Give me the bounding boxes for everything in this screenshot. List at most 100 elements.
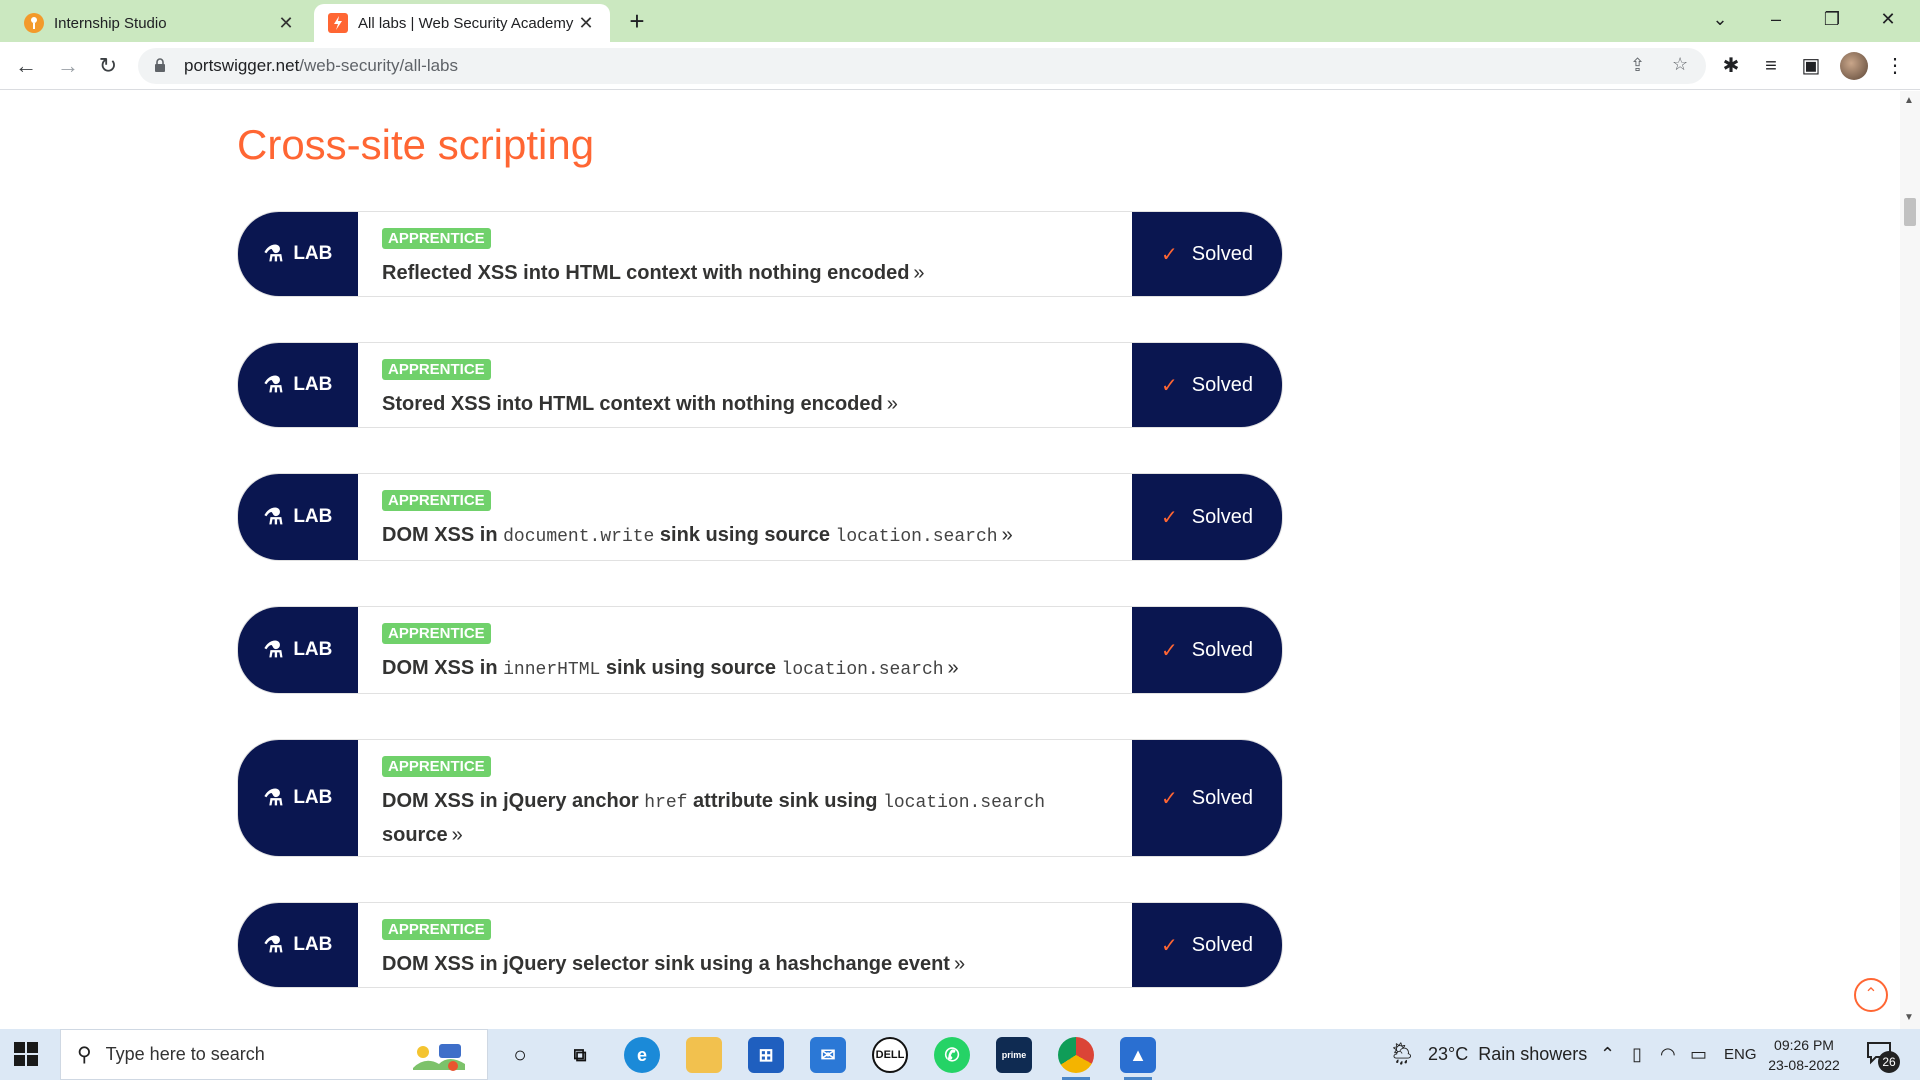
dell-icon[interactable]: DELL — [872, 1037, 908, 1073]
lab-title-link[interactable]: Stored XSS into HTML context with nothin… — [382, 388, 1108, 420]
status-label: Solved — [1191, 786, 1253, 809]
url-path: /web-security/all-labs — [299, 56, 459, 75]
check-icon: ✓ — [1161, 374, 1178, 397]
lab-title-text: Reflected XSS into HTML context with not… — [382, 262, 910, 284]
clock-time: 09:26 PM — [1774, 1037, 1834, 1053]
address-bar[interactable]: portswigger.net/web-security/all-labs — [138, 48, 1706, 84]
bookmark-star-icon[interactable]: ☆ — [1672, 54, 1688, 75]
lab-tag: ⚗ LAB — [238, 343, 358, 427]
clock[interactable]: 09:26 PM 23-08-2022 — [1766, 1035, 1842, 1075]
whatsapp-icon[interactable]: ✆ — [934, 1037, 970, 1073]
search-icon: ⚲ — [77, 1044, 92, 1066]
lock-icon[interactable] — [154, 57, 172, 75]
status-solved: ✓ Solved — [1132, 474, 1282, 560]
level-badge: APPRENTICE — [382, 623, 491, 644]
check-icon: ✓ — [1161, 639, 1178, 662]
clock-date: 23-08-2022 — [1768, 1057, 1840, 1073]
reload-button[interactable]: ↻ — [92, 50, 124, 82]
double-chevron-right-icon: » — [886, 393, 898, 415]
photos-icon[interactable]: ▲ — [1120, 1037, 1156, 1080]
lab-title-text: DOM XSS in — [382, 524, 504, 546]
device-icon[interactable]: ▯ — [1632, 1044, 1642, 1065]
tab-title: All labs | Web Security Academy — [358, 14, 574, 32]
level-badge: APPRENTICE — [382, 919, 491, 940]
level-badge: APPRENTICE — [382, 359, 491, 380]
scroll-up-arrow-icon[interactable]: ▲ — [1904, 95, 1914, 106]
double-chevron-right-icon: » — [947, 657, 959, 679]
show-hidden-icons-chevron-icon[interactable]: ⌃ — [1600, 1044, 1615, 1065]
lab-body: APPRENTICE DOM XSS in document.write sink… — [358, 474, 1132, 560]
tab-search-chevron-icon[interactable]: ⌄ — [1692, 0, 1748, 38]
lab-card[interactable]: ⚗ LAB APPRENTICE DOM XSS in jQuery selector… — [237, 902, 1283, 988]
lab-title-link[interactable]: DOM XSS in innerHTML sink using source l… — [382, 652, 1108, 686]
scrollbar-thumb[interactable] — [1904, 198, 1916, 226]
lab-tag-label: LAB — [293, 506, 333, 527]
microsoft-store-icon[interactable]: ⊞ — [748, 1037, 784, 1073]
notification-center-icon[interactable]: 26 — [1866, 1041, 1900, 1073]
new-tab-button[interactable]: + — [622, 6, 652, 36]
prime-video-icon[interactable]: prime — [996, 1037, 1032, 1073]
mail-icon[interactable]: ✉ — [810, 1037, 846, 1073]
lab-tag: ⚗ LAB — [238, 212, 358, 296]
lab-tag-label: LAB — [293, 787, 333, 808]
lab-title-text: DOM XSS in jQuery anchor — [382, 790, 645, 812]
lab-card[interactable]: ⚗ LAB APPRENTICE DOM XSS in document.write … — [237, 473, 1283, 561]
wifi-icon[interactable]: ◠ — [1660, 1044, 1676, 1065]
extensions-icon[interactable]: ✱ — [1716, 51, 1746, 81]
cortana-icon[interactable]: ○ — [502, 1037, 538, 1073]
lab-title-link[interactable]: DOM XSS in jQuery selector sink using a … — [382, 948, 1108, 980]
forward-button[interactable]: → — [52, 50, 84, 82]
media-control-icon[interactable]: ≡ — [1756, 51, 1786, 81]
scroll-down-arrow-icon[interactable]: ▼ — [1904, 1012, 1914, 1023]
lab-title-text: source — [382, 824, 448, 846]
side-panel-icon[interactable]: ▣ — [1796, 51, 1826, 81]
profile-avatar[interactable] — [1840, 52, 1868, 80]
lab-title-text: Stored XSS into HTML context with nothin… — [382, 393, 883, 415]
restore-button[interactable]: ❐ — [1804, 0, 1860, 38]
share-icon[interactable]: ⇪ — [1630, 55, 1645, 76]
lab-title-link[interactable]: Reflected XSS into HTML context with not… — [382, 257, 1108, 289]
task-view-icon[interactable]: ⧉ — [562, 1037, 598, 1073]
lab-title-code: location.search — [883, 793, 1046, 813]
close-tab-icon[interactable]: ✕ — [276, 13, 296, 34]
lab-card[interactable]: ⚗ LAB APPRENTICE DOM XSS in innerHTML sink … — [237, 606, 1283, 694]
taskbar-search[interactable]: ⚲ — [60, 1029, 488, 1080]
check-icon: ✓ — [1161, 787, 1178, 810]
check-icon: ✓ — [1161, 934, 1178, 957]
lab-body: APPRENTICE DOM XSS in jQuery anchor href … — [358, 740, 1132, 856]
flask-icon: ⚗ — [263, 932, 284, 957]
tab-internship-studio[interactable]: Internship Studio ✕ — [10, 4, 310, 42]
lab-card[interactable]: ⚗ LAB APPRENTICE DOM XSS in jQuery anchor h… — [237, 739, 1283, 857]
edge-icon[interactable]: e — [624, 1037, 660, 1073]
weather-text[interactable]: 23°C Rain showers — [1428, 1044, 1587, 1065]
notification-count-badge: 26 — [1878, 1051, 1900, 1073]
status-label: Solved — [1191, 933, 1253, 956]
tab-all-labs[interactable]: All labs | Web Security Academy ✕ — [314, 4, 610, 42]
windows-start-icon[interactable] — [14, 1042, 38, 1066]
flask-icon: ⚗ — [263, 637, 284, 662]
close-tab-icon[interactable]: ✕ — [576, 13, 596, 34]
battery-icon[interactable]: ▭ — [1690, 1044, 1707, 1065]
flask-icon: ⚗ — [263, 241, 284, 266]
lab-title-text: DOM XSS in jQuery selector sink using a … — [382, 953, 950, 975]
lab-title-link[interactable]: DOM XSS in document.write sink using sou… — [382, 519, 1108, 553]
page-content: Cross-site scripting ⚗ LAB APPRENTICE Refle… — [0, 91, 1900, 1029]
taskbar-search-input[interactable] — [105, 1044, 396, 1065]
status-label: Solved — [1191, 638, 1253, 661]
menu-kebab-icon[interactable]: ⋮ — [1880, 51, 1910, 81]
lab-card[interactable]: ⚗ LAB APPRENTICE Reflected XSS into HTML co… — [237, 211, 1283, 297]
search-highlight-icon — [409, 1038, 469, 1074]
level-badge: APPRENTICE — [382, 756, 491, 777]
lab-card[interactable]: ⚗ LAB APPRENTICE Stored XSS into HTML conte… — [237, 342, 1283, 428]
back-to-top-icon[interactable]: ⌃ — [1854, 978, 1888, 1012]
double-chevron-right-icon: » — [1001, 524, 1013, 546]
weather-icon[interactable]: 🌦 — [1388, 1041, 1416, 1067]
close-window-button[interactable]: ✕ — [1860, 0, 1916, 38]
file-explorer-icon[interactable] — [686, 1037, 722, 1073]
minimize-button[interactable]: – — [1748, 0, 1804, 38]
back-button[interactable]: ← — [10, 50, 42, 82]
language-indicator[interactable]: ENG — [1724, 1046, 1757, 1063]
chrome-icon[interactable] — [1058, 1037, 1094, 1080]
lab-title-link[interactable]: DOM XSS in jQuery anchor href attribute … — [382, 785, 1108, 851]
scrollbar[interactable] — [1900, 91, 1920, 1029]
